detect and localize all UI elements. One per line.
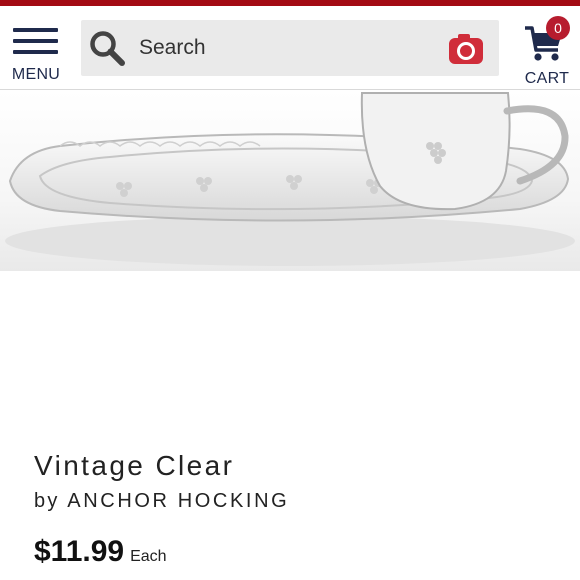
search-icon [90, 31, 125, 66]
glass-snack-plate-and-cup-image [5, 92, 575, 266]
menu-label: MENU [11, 66, 61, 83]
brand-link[interactable]: ANCHOR HOCKING [67, 490, 289, 512]
menu-button[interactable]: MENU [10, 28, 62, 88]
search-input[interactable] [139, 30, 439, 66]
brand-prefix: by [34, 490, 60, 512]
cart-label: CART [524, 70, 570, 87]
price-unit: Each [130, 548, 167, 565]
cart-button[interactable]: 0 CART [516, 16, 578, 88]
price-row: $11.99 Each [34, 535, 554, 569]
hamburger-bar [13, 50, 58, 54]
cart-count-badge: 0 [546, 16, 570, 40]
hamburger-bar [13, 39, 58, 43]
camera-icon[interactable] [448, 32, 484, 66]
search-bar[interactable] [81, 20, 499, 76]
product-brand: by ANCHOR HOCKING [34, 490, 554, 513]
product-image [0, 91, 580, 271]
product-price: $11.99 [34, 535, 125, 568]
product-title: Vintage Clear [34, 450, 235, 481]
hamburger-menu-icon [13, 28, 58, 32]
site-header: MENU 0 CART [0, 6, 580, 90]
product-info: Vintage Clear by ANCHOR HOCKING $11.99 E… [34, 450, 554, 569]
